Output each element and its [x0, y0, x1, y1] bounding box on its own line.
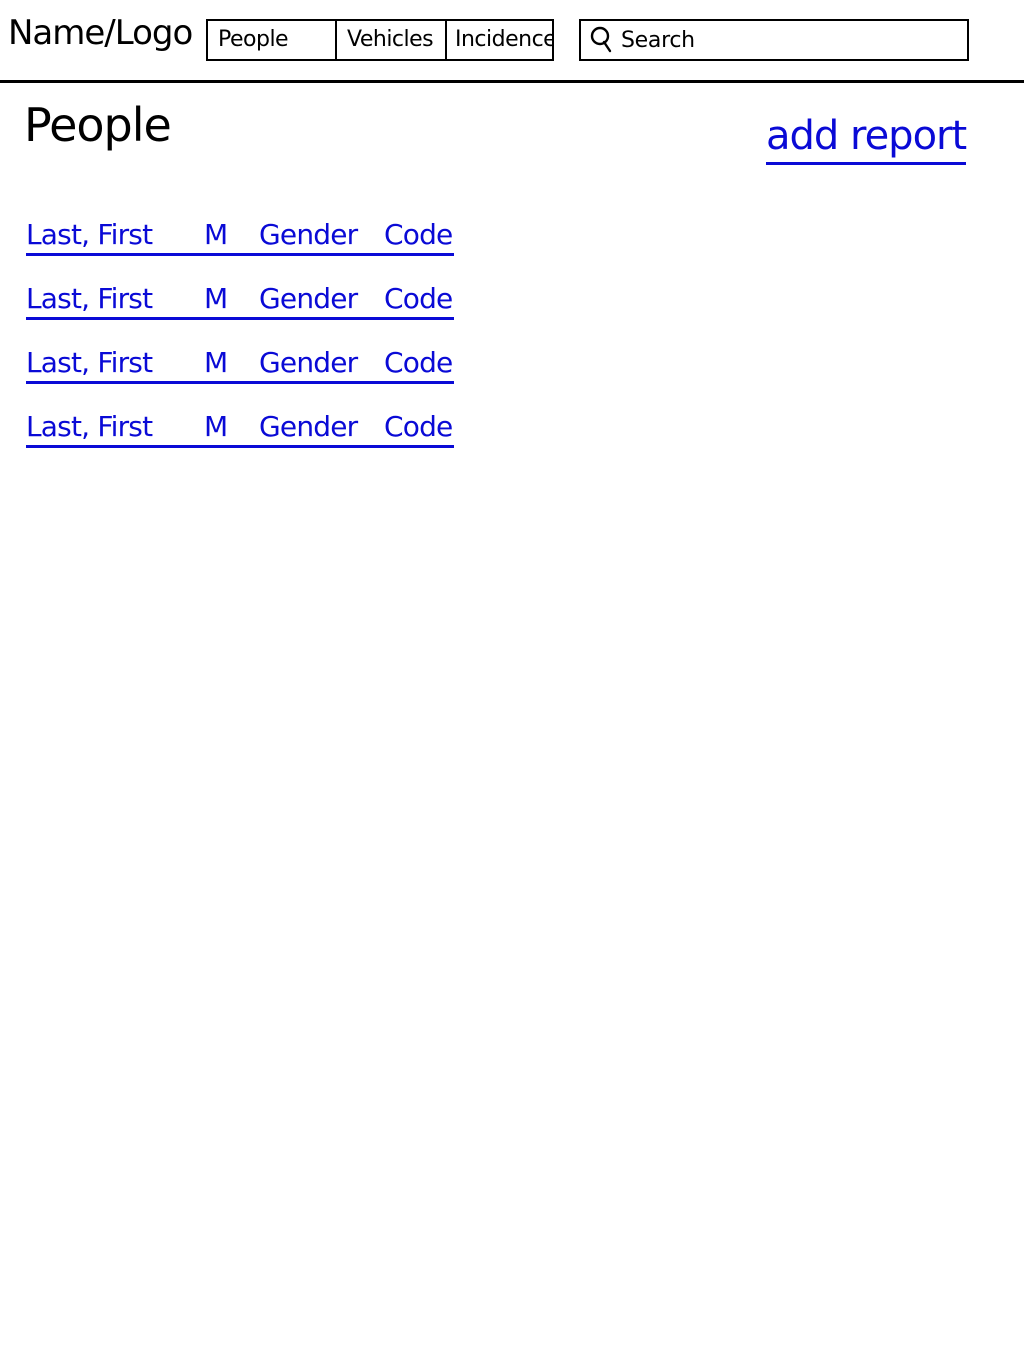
- people-list: Last, First M Gender Code Last, First M …: [26, 210, 454, 448]
- add-report-link[interactable]: add report: [766, 116, 967, 165]
- person-middle-initial: M: [204, 346, 228, 379]
- person-gender: Gender: [259, 282, 358, 315]
- search-icon: [590, 26, 612, 53]
- person-code: Code: [384, 282, 453, 315]
- person-name: Last, First: [26, 410, 153, 443]
- person-middle-initial: M: [204, 410, 228, 443]
- logo[interactable]: Name/Logo: [8, 16, 193, 50]
- person-row[interactable]: Last, First M Gender Code: [26, 274, 454, 320]
- tab-people[interactable]: People: [208, 21, 335, 59]
- person-row[interactable]: Last, First M Gender Code: [26, 210, 454, 256]
- person-code: Code: [384, 410, 453, 443]
- person-name: Last, First: [26, 282, 153, 315]
- person-middle-initial: M: [204, 282, 228, 315]
- person-gender: Gender: [259, 346, 358, 379]
- page-title: People: [24, 98, 172, 152]
- search-input[interactable]: Search: [579, 19, 969, 61]
- person-gender: Gender: [259, 218, 358, 251]
- person-gender: Gender: [259, 410, 358, 443]
- tab-incidence[interactable]: Incidence: [445, 21, 552, 59]
- person-name: Last, First: [26, 218, 153, 251]
- person-code: Code: [384, 218, 453, 251]
- person-row[interactable]: Last, First M Gender Code: [26, 338, 454, 384]
- search-placeholder: Search: [621, 27, 695, 53]
- tab-vehicles[interactable]: Vehicles: [335, 21, 445, 59]
- person-name: Last, First: [26, 346, 153, 379]
- nav-tabs: People Vehicles Incidence: [206, 19, 554, 61]
- top-header: Name/Logo People Vehicles Incidence Sear…: [0, 0, 1024, 83]
- person-code: Code: [384, 346, 453, 379]
- person-middle-initial: M: [204, 218, 228, 251]
- person-row[interactable]: Last, First M Gender Code: [26, 402, 454, 448]
